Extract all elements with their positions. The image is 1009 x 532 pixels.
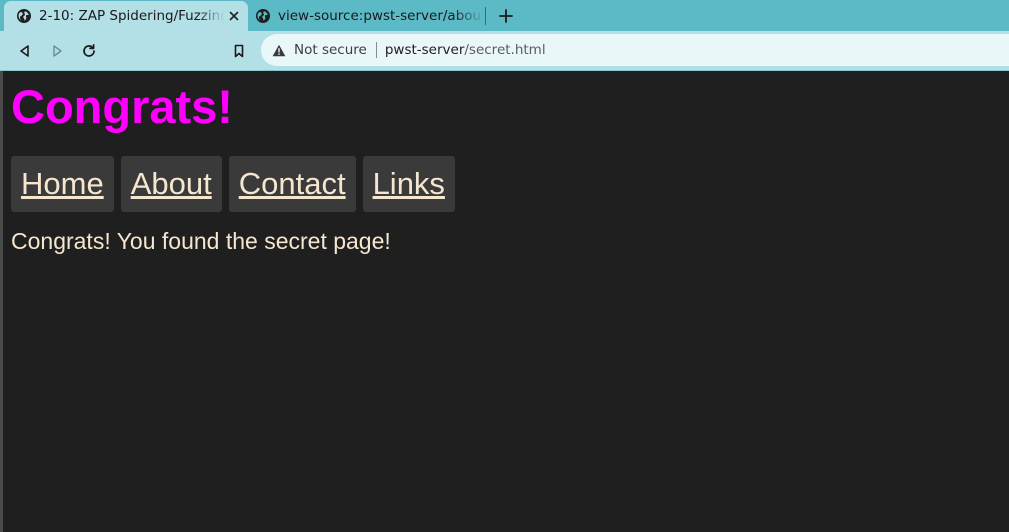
globe-icon bbox=[255, 8, 271, 24]
bookmark-button[interactable] bbox=[227, 39, 251, 63]
nav-link-home[interactable]: Home bbox=[11, 156, 114, 212]
nav-link-about[interactable]: About bbox=[120, 156, 222, 212]
site-nav: Home About Contact Links bbox=[11, 156, 455, 212]
nav-link-contact[interactable]: Contact bbox=[228, 156, 356, 212]
back-arrow-icon bbox=[18, 44, 32, 58]
close-icon[interactable] bbox=[225, 7, 243, 25]
globe-icon bbox=[16, 8, 32, 24]
back-button[interactable] bbox=[13, 39, 37, 63]
security-status[interactable]: Not secure bbox=[294, 42, 367, 58]
page-heading: Congrats! bbox=[11, 80, 233, 133]
secret-message: Congrats! You found the secret page! bbox=[11, 228, 391, 254]
url-text[interactable]: pwst-server/secret.html bbox=[385, 42, 546, 58]
address-bar[interactable]: Not secure pwst-server/secret.html bbox=[261, 34, 1009, 66]
forward-button[interactable] bbox=[45, 39, 69, 63]
url-path: /secret.html bbox=[464, 42, 546, 58]
url-host: pwst-server bbox=[384, 42, 465, 58]
tab-strip: 2-10: ZAP Spidering/Fuzzing view-source:… bbox=[0, 0, 1009, 31]
warning-icon[interactable] bbox=[271, 42, 287, 58]
tab-inactive[interactable]: view-source:pwst-server/about.html bbox=[250, 0, 484, 31]
tab-separator bbox=[485, 7, 486, 25]
new-tab-button[interactable] bbox=[495, 5, 517, 27]
tab-title: 2-10: ZAP Spidering/Fuzzing bbox=[39, 8, 225, 24]
reload-icon bbox=[81, 43, 97, 59]
page-content: Congrats! Home About Contact Links Congr… bbox=[0, 71, 1009, 532]
tab-active[interactable]: 2-10: ZAP Spidering/Fuzzing bbox=[4, 1, 248, 31]
forward-arrow-icon bbox=[50, 44, 64, 58]
browser-window: 2-10: ZAP Spidering/Fuzzing view-source:… bbox=[0, 0, 1009, 532]
nav-link-links[interactable]: Links bbox=[362, 156, 455, 212]
tab-title: view-source:pwst-server/about.html bbox=[278, 7, 484, 24]
plus-icon bbox=[499, 9, 513, 23]
address-separator bbox=[375, 42, 377, 58]
toolbar: Not secure pwst-server/secret.html bbox=[0, 31, 1009, 71]
reload-button[interactable] bbox=[77, 39, 101, 63]
bookmark-icon bbox=[232, 44, 246, 58]
